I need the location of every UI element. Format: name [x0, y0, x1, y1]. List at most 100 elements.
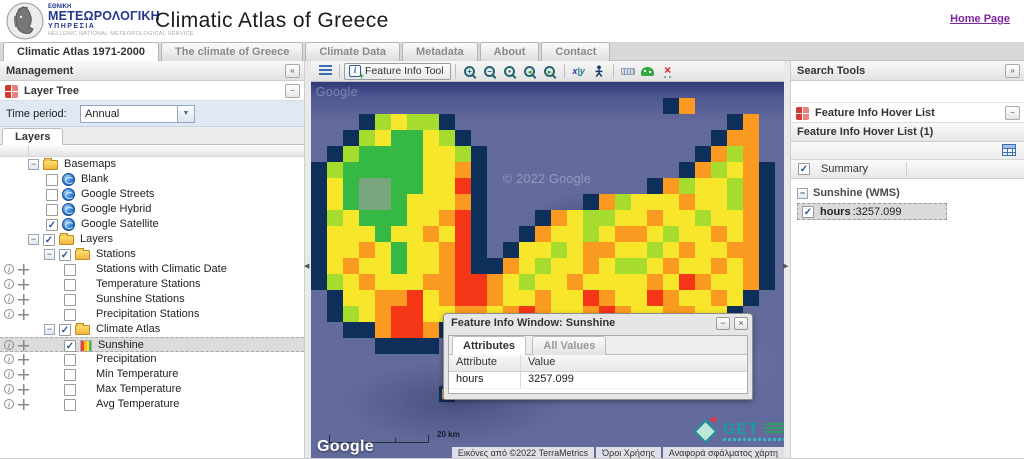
zoom-max-extent-icon[interactable]: • [501, 63, 519, 80]
tree-row-blank[interactable]: Blank [0, 172, 304, 187]
collapse-node-icon[interactable]: − [44, 324, 55, 335]
tree-row-google-hybrid[interactable]: Google Hybrid [0, 202, 304, 217]
layer-checkbox[interactable]: ✓ [59, 324, 71, 336]
layer-checkbox[interactable] [64, 354, 76, 366]
tab-layers[interactable]: Layers [2, 128, 63, 145]
info-icon[interactable]: i [4, 294, 14, 304]
layer-checkbox[interactable] [46, 204, 58, 216]
tab-metadata[interactable]: Metadata [402, 42, 478, 61]
feature-info-window[interactable]: Feature Info Window: Sunshine − × Attrib… [443, 313, 753, 400]
tree-row-min-temperature[interactable]: iMin Temperature [0, 367, 304, 382]
tab-the-climate-of-greece[interactable]: The climate of Greece [161, 42, 303, 61]
tab-climate-data[interactable]: Climate Data [305, 42, 400, 61]
layer-checkbox[interactable] [64, 264, 76, 276]
layer-checkbox[interactable] [64, 399, 76, 411]
tab-contact[interactable]: Contact [541, 42, 610, 61]
summary-checkbox[interactable]: ✓ [798, 163, 810, 175]
layer-checkbox[interactable] [64, 309, 76, 321]
tree-row-stations-with-climatic-date[interactable]: iStations with Climatic Date [0, 262, 304, 277]
time-period-select[interactable]: Annual ▼ [80, 105, 195, 123]
move-layer-icon[interactable] [18, 399, 29, 410]
heatmap-cell [583, 210, 599, 226]
info-icon[interactable]: i [4, 279, 14, 289]
layer-checkbox[interactable]: ✓ [64, 340, 76, 352]
tree-row-google-satellite[interactable]: ✓Google Satellite [0, 217, 304, 232]
measure-length-icon[interactable] [619, 63, 637, 80]
tree-row-layers[interactable]: −✓Layers [0, 232, 304, 247]
move-layer-icon[interactable] [18, 309, 29, 320]
home-page-link[interactable]: Home Page [950, 13, 1010, 25]
info-icon[interactable]: i [4, 354, 14, 364]
legend-icon[interactable] [316, 63, 334, 80]
layer-checkbox[interactable] [46, 189, 58, 201]
move-layer-icon[interactable] [18, 384, 29, 395]
collapse-group-icon[interactable]: − [797, 188, 808, 199]
layer-checkbox[interactable] [64, 294, 76, 306]
move-layer-icon[interactable] [18, 294, 29, 305]
zoom-previous-icon[interactable]: ◂ [521, 63, 539, 80]
collapse-node-icon[interactable]: − [28, 159, 39, 170]
move-layer-icon[interactable] [18, 279, 29, 290]
person-tool-icon[interactable] [590, 63, 608, 80]
info-icon[interactable]: i [4, 264, 14, 274]
info-icon[interactable]: i [4, 384, 14, 394]
minimize-window-button[interactable]: − [716, 317, 730, 330]
zoom-in-icon[interactable]: + [461, 63, 479, 80]
minimize-layer-tree-button[interactable]: − [285, 84, 300, 98]
feature-info-tool-button[interactable]: iFeature Info Tool [344, 63, 451, 80]
move-layer-icon[interactable] [18, 264, 29, 275]
layer-checkbox[interactable]: ✓ [59, 249, 71, 261]
zoom-next-icon[interactable]: ▸ [541, 63, 559, 80]
collapse-right-panel-button[interactable]: » [1005, 64, 1020, 78]
tree-row-sunshine[interactable]: i✓Sunshine [0, 337, 304, 352]
tree-row-precipitation[interactable]: iPrecipitation [0, 352, 304, 367]
attribution-link[interactable]: Όροι Χρήσης [596, 447, 661, 459]
hours-checkbox[interactable]: ✓ [802, 206, 814, 218]
map-canvas[interactable]: 2022 Google © 2022 Google 20 km Google G… [311, 82, 784, 459]
zoom-out-icon[interactable]: − [481, 63, 499, 80]
tree-row-avg-temperature[interactable]: iAvg Temperature [0, 397, 304, 412]
layer-checkbox[interactable] [64, 279, 76, 291]
feature-info-window-titlebar[interactable]: Feature Info Window: Sunshine − × [444, 314, 752, 333]
info-icon[interactable]: i [4, 340, 14, 350]
tree-row-climate-atlas[interactable]: −✓Climate Atlas [0, 322, 304, 337]
tree-row-precipitation-stations[interactable]: iPrecipitation Stations [0, 307, 304, 322]
collapse-left-arrow-icon[interactable]: ◀ [304, 262, 309, 270]
attribute-table-row[interactable]: hours 3257.099 [449, 372, 747, 389]
collapse-node-icon[interactable]: − [28, 234, 39, 245]
move-layer-icon[interactable] [18, 369, 29, 380]
collapse-right-arrow-icon[interactable]: ▶ [783, 262, 788, 270]
google-logo[interactable]: Google [317, 438, 374, 456]
layer-checkbox[interactable] [46, 174, 58, 186]
layer-checkbox[interactable] [64, 369, 76, 381]
clear-measurements-icon[interactable]: × [659, 63, 677, 80]
grid-view-icon[interactable] [1002, 144, 1016, 156]
layer-checkbox[interactable]: ✓ [43, 234, 55, 246]
tree-row-google-streets[interactable]: Google Streets [0, 187, 304, 202]
move-layer-icon[interactable] [18, 340, 29, 351]
heatmap-cell [439, 226, 455, 242]
tree-row-sunshine-stations[interactable]: iSunshine Stations [0, 292, 304, 307]
attribution-link[interactable]: Αναφορά σφάλματος χάρτη [663, 447, 784, 459]
tree-row-temperature-stations[interactable]: iTemperature Stations [0, 277, 304, 292]
tree-row-stations[interactable]: −✓Stations [0, 247, 304, 262]
tree-row-max-temperature[interactable]: iMax Temperature [0, 382, 304, 397]
tab-about[interactable]: About [480, 42, 540, 61]
tab-attributes[interactable]: Attributes [452, 336, 526, 355]
info-icon[interactable]: i [4, 399, 14, 409]
collapse-node-icon[interactable]: − [44, 249, 55, 260]
close-window-button[interactable]: × [734, 317, 748, 330]
info-icon[interactable]: i [4, 369, 14, 379]
tree-row-basemaps[interactable]: −Basemaps [0, 157, 304, 172]
measure-area-icon[interactable] [639, 63, 657, 80]
tab-all-values[interactable]: All Values [532, 336, 606, 355]
move-layer-icon[interactable] [18, 354, 29, 365]
collapse-left-panel-button[interactable]: « [285, 64, 300, 78]
tab-climatic-atlas-1971-2000[interactable]: Climatic Atlas 1971-2000 [3, 42, 159, 61]
coordinates-icon[interactable]: x|y [570, 63, 588, 80]
minimize-hover-list-button[interactable]: − [1005, 106, 1020, 120]
layer-checkbox[interactable] [64, 384, 76, 396]
hours-result-item[interactable]: ✓ hours : 3257.099 [797, 203, 947, 220]
layer-checkbox[interactable]: ✓ [46, 219, 58, 231]
info-icon[interactable]: i [4, 309, 14, 319]
